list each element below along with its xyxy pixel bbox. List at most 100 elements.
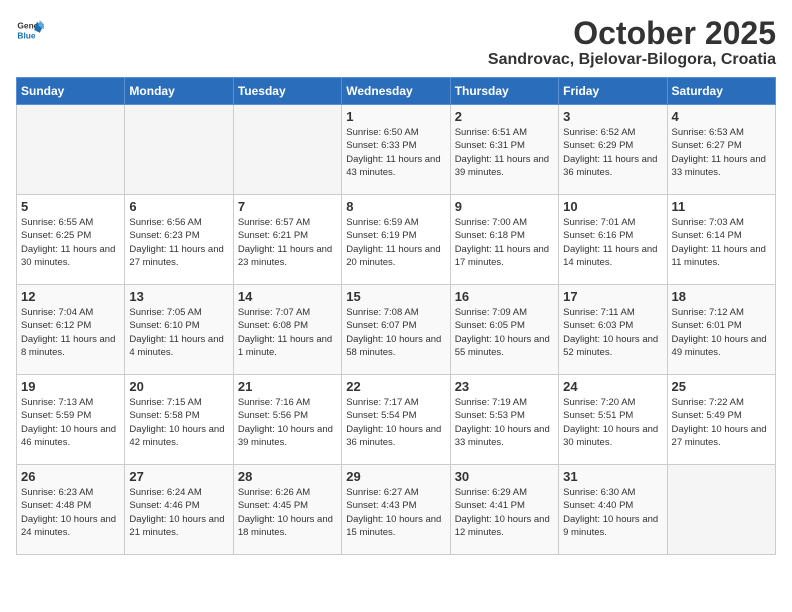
day-cell-24: 24Sunrise: 7:20 AM Sunset: 5:51 PM Dayli… bbox=[559, 375, 667, 465]
day-cell-14: 14Sunrise: 7:07 AM Sunset: 6:08 PM Dayli… bbox=[233, 285, 341, 375]
day-number: 3 bbox=[563, 109, 662, 124]
day-number: 21 bbox=[238, 379, 337, 394]
day-info: Sunrise: 7:03 AM Sunset: 6:14 PM Dayligh… bbox=[672, 216, 771, 269]
page-title: October 2025 bbox=[488, 16, 776, 51]
day-cell-19: 19Sunrise: 7:13 AM Sunset: 5:59 PM Dayli… bbox=[17, 375, 125, 465]
day-cell-4: 4Sunrise: 6:53 AM Sunset: 6:27 PM Daylig… bbox=[667, 105, 775, 195]
day-info: Sunrise: 7:11 AM Sunset: 6:03 PM Dayligh… bbox=[563, 306, 662, 359]
day-number: 28 bbox=[238, 469, 337, 484]
week-row-3: 12 Sunrise: 7:04 AM Sunset: 6:12 PM Dayli… bbox=[17, 285, 776, 375]
day-cell-27: 27 Sunrise: 6:24 AM Sunset: 4:46 PM Dayli… bbox=[125, 465, 233, 555]
day-cell-15: 15 Sunrise: 7:08 AM Sunset: 6:07 PM Dayli… bbox=[342, 285, 450, 375]
page-subtitle: Sandrovac, Bjelovar-Bilogora, Croatia bbox=[488, 51, 776, 69]
day-number: 29 bbox=[346, 469, 445, 484]
day-info: Sunrise: 6:57 AM Sunset: 6:21 PM Dayligh… bbox=[238, 216, 337, 269]
day-number: 17 bbox=[563, 289, 662, 304]
day-number: 25 bbox=[672, 379, 771, 394]
day-info: Sunrise: 6:56 AM Sunset: 6:23 PM Dayligh… bbox=[129, 216, 228, 269]
day-number: 20 bbox=[129, 379, 228, 394]
day-cell-16: 16Sunrise: 7:09 AM Sunset: 6:05 PM Dayli… bbox=[450, 285, 558, 375]
day-number: 7 bbox=[238, 199, 337, 214]
weekday-header-tuesday: Tuesday bbox=[233, 78, 341, 105]
day-info: Sunrise: 7:22 AM Sunset: 5:49 PM Dayligh… bbox=[672, 396, 771, 449]
title-area: October 2025 Sandrovac, Bjelovar-Bilogor… bbox=[488, 16, 776, 69]
day-cell-31: 31Sunrise: 6:30 AM Sunset: 4:40 PM Dayli… bbox=[559, 465, 667, 555]
day-number: 19 bbox=[21, 379, 120, 394]
day-info: Sunrise: 7:16 AM Sunset: 5:56 PM Dayligh… bbox=[238, 396, 337, 449]
svg-text:Blue: Blue bbox=[17, 30, 35, 40]
day-number: 5 bbox=[21, 199, 120, 214]
day-info: Sunrise: 6:59 AM Sunset: 6:19 PM Dayligh… bbox=[346, 216, 445, 269]
day-info: Sunrise: 7:04 AM Sunset: 6:12 PM Dayligh… bbox=[21, 306, 120, 359]
day-info: Sunrise: 6:51 AM Sunset: 6:31 PM Dayligh… bbox=[455, 126, 554, 179]
day-cell-1: 1Sunrise: 6:50 AM Sunset: 6:33 PM Daylig… bbox=[342, 105, 450, 195]
day-number: 9 bbox=[455, 199, 554, 214]
weekday-header-wednesday: Wednesday bbox=[342, 78, 450, 105]
day-number: 2 bbox=[455, 109, 554, 124]
weekday-header-saturday: Saturday bbox=[667, 78, 775, 105]
day-number: 27 bbox=[129, 469, 228, 484]
day-info: Sunrise: 7:09 AM Sunset: 6:05 PM Dayligh… bbox=[455, 306, 554, 359]
day-info: Sunrise: 6:29 AM Sunset: 4:41 PM Dayligh… bbox=[455, 486, 554, 539]
weekday-header-friday: Friday bbox=[559, 78, 667, 105]
day-info: Sunrise: 7:15 AM Sunset: 5:58 PM Dayligh… bbox=[129, 396, 228, 449]
empty-cell bbox=[125, 105, 233, 195]
day-cell-29: 29 Sunrise: 6:27 AM Sunset: 4:43 PM Dayli… bbox=[342, 465, 450, 555]
day-cell-3: 3 Sunrise: 6:52 AM Sunset: 6:29 PM Daylig… bbox=[559, 105, 667, 195]
day-cell-23: 23 Sunrise: 7:19 AM Sunset: 5:53 PM Dayli… bbox=[450, 375, 558, 465]
logo-icon: General Blue bbox=[16, 16, 44, 44]
day-cell-21: 21 Sunrise: 7:16 AM Sunset: 5:56 PM Dayli… bbox=[233, 375, 341, 465]
day-number: 24 bbox=[563, 379, 662, 394]
day-info: Sunrise: 6:53 AM Sunset: 6:27 PM Dayligh… bbox=[672, 126, 771, 179]
day-number: 22 bbox=[346, 379, 445, 394]
day-number: 6 bbox=[129, 199, 228, 214]
day-number: 30 bbox=[455, 469, 554, 484]
logo: General Blue bbox=[16, 16, 44, 44]
day-cell-10: 10Sunrise: 7:01 AM Sunset: 6:16 PM Dayli… bbox=[559, 195, 667, 285]
day-number: 10 bbox=[563, 199, 662, 214]
empty-cell bbox=[233, 105, 341, 195]
day-number: 1 bbox=[346, 109, 445, 124]
header: General Blue October 2025 Sandrovac, Bje… bbox=[16, 16, 776, 69]
day-info: Sunrise: 6:55 AM Sunset: 6:25 PM Dayligh… bbox=[21, 216, 120, 269]
day-cell-17: 17 Sunrise: 7:11 AM Sunset: 6:03 PM Dayli… bbox=[559, 285, 667, 375]
day-info: Sunrise: 6:52 AM Sunset: 6:29 PM Dayligh… bbox=[563, 126, 662, 179]
weekday-header-row: SundayMondayTuesdayWednesdayThursdayFrid… bbox=[17, 78, 776, 105]
day-info: Sunrise: 7:12 AM Sunset: 6:01 PM Dayligh… bbox=[672, 306, 771, 359]
day-number: 26 bbox=[21, 469, 120, 484]
empty-cell bbox=[667, 465, 775, 555]
weekday-header-thursday: Thursday bbox=[450, 78, 558, 105]
day-cell-25: 25 Sunrise: 7:22 AM Sunset: 5:49 PM Dayli… bbox=[667, 375, 775, 465]
day-info: Sunrise: 6:27 AM Sunset: 4:43 PM Dayligh… bbox=[346, 486, 445, 539]
day-number: 31 bbox=[563, 469, 662, 484]
day-cell-30: 30 Sunrise: 6:29 AM Sunset: 4:41 PM Dayli… bbox=[450, 465, 558, 555]
empty-cell bbox=[17, 105, 125, 195]
day-info: Sunrise: 7:08 AM Sunset: 6:07 PM Dayligh… bbox=[346, 306, 445, 359]
day-cell-13: 13Sunrise: 7:05 AM Sunset: 6:10 PM Dayli… bbox=[125, 285, 233, 375]
day-info: Sunrise: 7:19 AM Sunset: 5:53 PM Dayligh… bbox=[455, 396, 554, 449]
day-info: Sunrise: 6:24 AM Sunset: 4:46 PM Dayligh… bbox=[129, 486, 228, 539]
day-info: Sunrise: 7:00 AM Sunset: 6:18 PM Dayligh… bbox=[455, 216, 554, 269]
day-number: 12 bbox=[21, 289, 120, 304]
day-cell-5: 5 Sunrise: 6:55 AM Sunset: 6:25 PM Daylig… bbox=[17, 195, 125, 285]
day-cell-20: 20 Sunrise: 7:15 AM Sunset: 5:58 PM Dayli… bbox=[125, 375, 233, 465]
day-cell-8: 8 Sunrise: 6:59 AM Sunset: 6:19 PM Daylig… bbox=[342, 195, 450, 285]
day-cell-11: 11 Sunrise: 7:03 AM Sunset: 6:14 PM Dayli… bbox=[667, 195, 775, 285]
day-info: Sunrise: 6:26 AM Sunset: 4:45 PM Dayligh… bbox=[238, 486, 337, 539]
day-number: 8 bbox=[346, 199, 445, 214]
day-info: Sunrise: 7:17 AM Sunset: 5:54 PM Dayligh… bbox=[346, 396, 445, 449]
day-cell-28: 28 Sunrise: 6:26 AM Sunset: 4:45 PM Dayli… bbox=[233, 465, 341, 555]
weekday-header-monday: Monday bbox=[125, 78, 233, 105]
day-number: 14 bbox=[238, 289, 337, 304]
day-cell-26: 26 Sunrise: 6:23 AM Sunset: 4:48 PM Dayli… bbox=[17, 465, 125, 555]
day-info: Sunrise: 6:23 AM Sunset: 4:48 PM Dayligh… bbox=[21, 486, 120, 539]
day-number: 15 bbox=[346, 289, 445, 304]
day-number: 23 bbox=[455, 379, 554, 394]
day-number: 11 bbox=[672, 199, 771, 214]
week-row-2: 5 Sunrise: 6:55 AM Sunset: 6:25 PM Daylig… bbox=[17, 195, 776, 285]
day-number: 13 bbox=[129, 289, 228, 304]
day-cell-6: 6 Sunrise: 6:56 AM Sunset: 6:23 PM Daylig… bbox=[125, 195, 233, 285]
day-cell-22: 22 Sunrise: 7:17 AM Sunset: 5:54 PM Dayli… bbox=[342, 375, 450, 465]
day-cell-9: 9 Sunrise: 7:00 AM Sunset: 6:18 PM Daylig… bbox=[450, 195, 558, 285]
day-number: 18 bbox=[672, 289, 771, 304]
